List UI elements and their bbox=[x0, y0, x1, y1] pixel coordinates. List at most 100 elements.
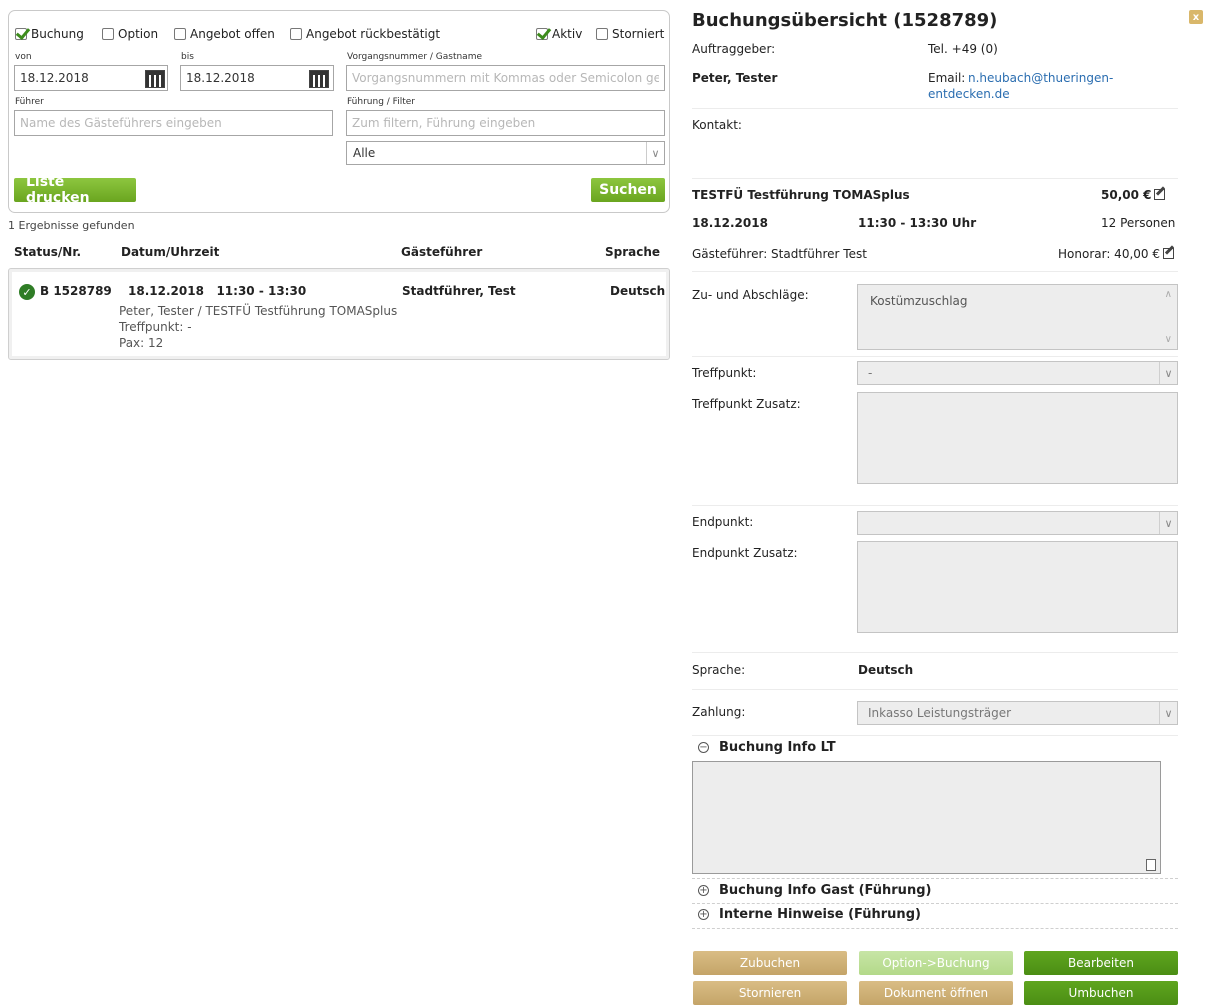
edit-icon[interactable] bbox=[1154, 189, 1166, 200]
tour-persons: 12 Personen bbox=[1101, 216, 1176, 230]
checkbox-label: Option bbox=[118, 27, 159, 41]
checkbox-icon[interactable] bbox=[102, 28, 114, 40]
checkbox-angebot-rueckbestaetigt[interactable]: Angebot rückbestätigt bbox=[290, 27, 440, 41]
accordion-interne-label: Interne Hinweise (Führung) bbox=[719, 907, 921, 922]
client-phone: Tel. +49 (0) bbox=[928, 42, 998, 56]
document-preview-icon[interactable] bbox=[1146, 859, 1156, 871]
results-count: 1 Ergebnisse gefunden bbox=[8, 219, 135, 232]
vorgang-label: Vorgangsnummer / Gastname bbox=[347, 52, 483, 62]
zuschlaege-label: Zu- und Abschläge: bbox=[692, 288, 809, 302]
chevron-down-icon[interactable]: ∨ bbox=[1165, 334, 1172, 345]
zahlung-select[interactable]: Inkasso Leistungsträger ∨ bbox=[857, 701, 1178, 725]
chevron-down-icon: ∨ bbox=[1159, 362, 1177, 384]
tour-price-value: 50,00 € bbox=[1101, 188, 1152, 202]
auftraggeber-label: Auftraggeber: bbox=[692, 42, 776, 56]
umbuchen-button[interactable]: Umbuchen bbox=[1024, 981, 1178, 1005]
checkbox-icon[interactable] bbox=[596, 28, 608, 40]
minus-circle-icon: − bbox=[698, 742, 709, 753]
fuehrer-label: Führer bbox=[15, 97, 44, 107]
endpunkt-label: Endpunkt: bbox=[692, 515, 754, 529]
checkbox-storniert[interactable]: Storniert bbox=[596, 27, 664, 41]
column-header-status: Status/Nr. bbox=[14, 245, 82, 259]
endpunkt-select[interactable]: ∨ bbox=[857, 511, 1178, 535]
page-title: Buchungsübersicht (1528789) bbox=[692, 10, 998, 31]
column-header-language: Sprache bbox=[605, 245, 661, 259]
treffpunkt-value: - bbox=[868, 366, 873, 380]
accordion-interne[interactable]: + Interne Hinweise (Führung) bbox=[698, 907, 921, 922]
bis-label: bis bbox=[181, 52, 194, 62]
dokument-oeffnen-button[interactable]: Dokument öffnen bbox=[859, 981, 1013, 1005]
checkbox-label: Angebot offen bbox=[190, 27, 275, 41]
sprache-value: Deutsch bbox=[858, 663, 914, 677]
filter-panel: Buchung Option Angebot offen Angebot rüc… bbox=[8, 10, 670, 213]
client-email-link[interactable]: n.heubach@thueringen- bbox=[968, 71, 1113, 85]
accordion-info-lt-label: Buchung Info LT bbox=[719, 740, 836, 755]
booking-language: Deutsch bbox=[610, 284, 666, 298]
plus-circle-icon: + bbox=[698, 909, 709, 920]
chevron-down-icon: ∨ bbox=[646, 142, 664, 164]
sprache-label: Sprache: bbox=[692, 663, 746, 677]
treffpunkt-zusatz-field[interactable] bbox=[857, 392, 1178, 484]
booking-meeting-point: Treffpunkt: - bbox=[119, 320, 192, 334]
zuschlaege-field[interactable]: Kostümzuschlag ∧ ∨ bbox=[857, 284, 1178, 350]
divider bbox=[692, 178, 1178, 179]
search-button[interactable]: Suchen bbox=[591, 178, 665, 202]
filter-select[interactable]: Alle ∨ bbox=[346, 141, 665, 165]
filter-select-value: Alle bbox=[353, 146, 376, 160]
vorgang-input[interactable] bbox=[346, 65, 665, 91]
edit-icon[interactable] bbox=[1162, 248, 1174, 259]
client-email-link-cont[interactable]: entdecken.de bbox=[928, 87, 1010, 101]
checkbox-aktiv[interactable]: Aktiv bbox=[536, 27, 582, 41]
close-icon[interactable]: x bbox=[1189, 10, 1203, 24]
stornieren-button[interactable]: Stornieren bbox=[693, 981, 847, 1005]
checkbox-label: Storniert bbox=[612, 27, 665, 41]
calendar-icon[interactable] bbox=[145, 70, 165, 88]
info-lt-textarea[interactable] bbox=[692, 761, 1161, 874]
client-email-label: Email: bbox=[928, 71, 966, 85]
bearbeiten-button[interactable]: Bearbeiten bbox=[1024, 951, 1178, 975]
divider bbox=[692, 108, 1178, 109]
divider bbox=[692, 652, 1178, 653]
column-header-guide: Gästeführer bbox=[401, 245, 483, 259]
zahlung-label: Zahlung: bbox=[692, 705, 746, 719]
client-name: Peter, Tester bbox=[692, 71, 778, 85]
honorar: Honorar: 40,00 € bbox=[1058, 247, 1174, 261]
divider bbox=[692, 735, 1178, 736]
zahlung-value: Inkasso Leistungsträger bbox=[868, 706, 1012, 720]
booking-guide: Stadtführer, Test bbox=[402, 284, 516, 298]
checkbox-icon[interactable] bbox=[290, 28, 302, 40]
zubuchen-button[interactable]: Zubuchen bbox=[693, 951, 847, 975]
treffpunkt-zusatz-label: Treffpunkt Zusatz: bbox=[692, 397, 801, 411]
option-buchung-button[interactable]: Option->Buchung bbox=[859, 951, 1013, 975]
divider bbox=[692, 271, 1178, 272]
divider bbox=[692, 928, 1178, 929]
calendar-icon[interactable] bbox=[309, 70, 329, 88]
tour-date: 18.12.2018 bbox=[692, 216, 768, 230]
checkbox-label: Aktiv bbox=[552, 27, 583, 41]
fuehrung-label: Führung / Filter bbox=[347, 97, 415, 107]
checkbox-option[interactable]: Option bbox=[102, 27, 158, 41]
honorar-value: Honorar: 40,00 € bbox=[1058, 247, 1160, 261]
divider bbox=[692, 903, 1178, 904]
booking-number: B 1528789 bbox=[40, 284, 112, 298]
booking-client-tour: Peter, Tester / TESTFÜ Testführung TOMAS… bbox=[119, 304, 398, 318]
divider bbox=[692, 878, 1178, 879]
checkbox-label: Buchung bbox=[31, 27, 84, 41]
accordion-info-gast-label: Buchung Info Gast (Führung) bbox=[719, 883, 932, 898]
table-row[interactable]: ✓ B 1528789 18.12.2018 11:30 - 13:30 Sta… bbox=[8, 268, 670, 360]
chevron-up-icon[interactable]: ∧ bbox=[1165, 289, 1172, 300]
checkbox-icon[interactable] bbox=[15, 28, 27, 40]
checkbox-icon[interactable] bbox=[174, 28, 186, 40]
endpunkt-zusatz-field[interactable] bbox=[857, 541, 1178, 633]
print-list-button[interactable]: Liste drucken bbox=[14, 174, 136, 206]
treffpunkt-select[interactable]: - ∨ bbox=[857, 361, 1178, 385]
checkbox-angebot-offen[interactable]: Angebot offen bbox=[174, 27, 275, 41]
fuehrung-input[interactable] bbox=[346, 110, 665, 136]
fuehrer-input[interactable] bbox=[14, 110, 333, 136]
accordion-info-gast[interactable]: + Buchung Info Gast (Führung) bbox=[698, 883, 931, 898]
accordion-info-lt[interactable]: − Buchung Info LT bbox=[698, 740, 836, 755]
checkbox-buchung[interactable]: Buchung bbox=[15, 27, 84, 41]
checkbox-icon[interactable] bbox=[536, 28, 548, 40]
chevron-down-icon: ∨ bbox=[1159, 702, 1177, 724]
column-header-datum: Datum/Uhrzeit bbox=[121, 245, 220, 259]
